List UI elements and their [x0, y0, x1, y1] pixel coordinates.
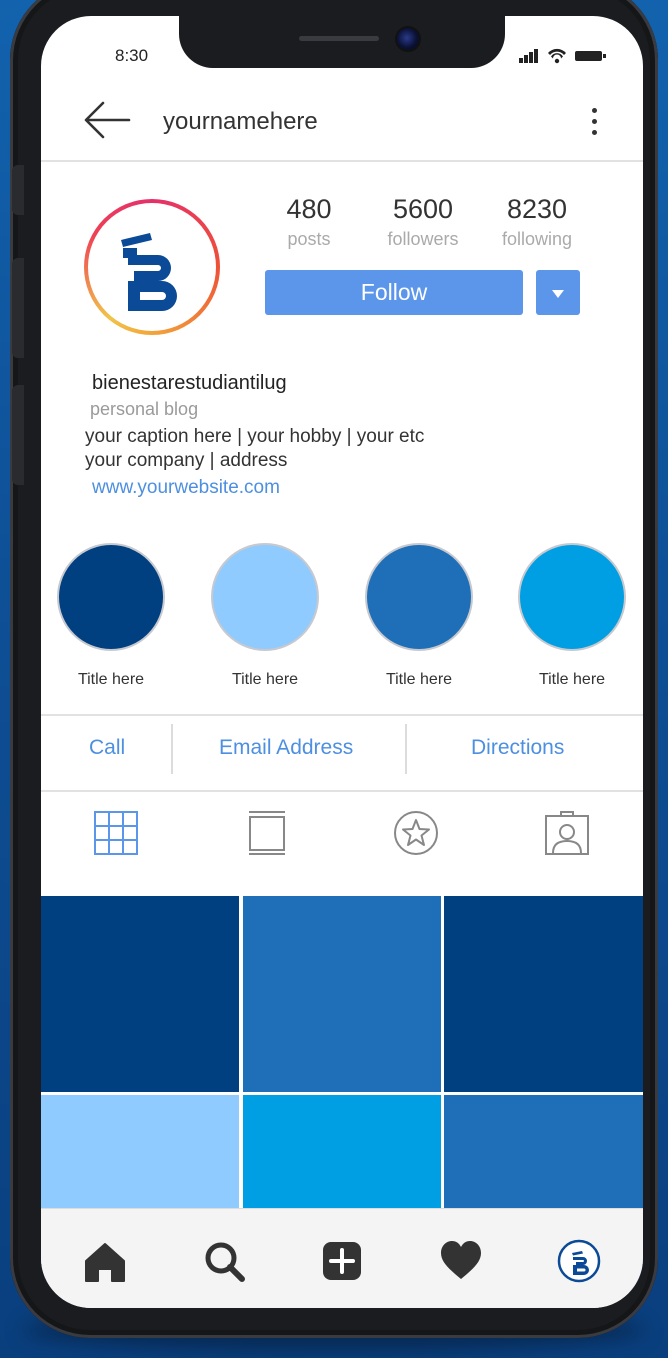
avatar-image: [88, 203, 216, 331]
heart-icon[interactable]: [439, 1239, 483, 1283]
highlight-cover: [59, 545, 163, 649]
posts-stat[interactable]: 480 posts: [254, 194, 364, 250]
back-arrow-icon[interactable]: [83, 100, 133, 140]
highlight-cover: [520, 545, 624, 649]
home-icon[interactable]: [83, 1239, 127, 1283]
header-username: yournamehere: [163, 108, 318, 135]
followers-stat[interactable]: 5600 followers: [368, 194, 478, 250]
status-time: 8:30: [115, 46, 149, 65]
following-stat[interactable]: 8230 following: [482, 194, 592, 250]
highlight-title: Title here: [385, 671, 453, 688]
search-icon[interactable]: [202, 1239, 246, 1283]
post-thumbnail[interactable]: [243, 896, 441, 1092]
speaker-grille: [299, 36, 379, 41]
profile-avatar-icon[interactable]: [557, 1239, 601, 1283]
igtv-icon[interactable]: [244, 810, 290, 856]
story-highlight[interactable]: Title here: [354, 545, 484, 689]
status-icons: [519, 48, 606, 64]
volume-up-button: [12, 258, 24, 358]
tagged-icon[interactable]: [544, 810, 590, 856]
posts-label: posts: [287, 229, 331, 249]
follow-button[interactable]: Follow: [265, 270, 523, 315]
mute-switch: [12, 165, 24, 215]
highlight-cover: [213, 545, 317, 649]
following-count: 8230: [506, 194, 568, 224]
profile-avatar[interactable]: [84, 199, 220, 335]
following-label: following: [501, 229, 573, 249]
story-highlight[interactable]: Title here: [200, 545, 330, 689]
app-screen: 8:30 yournamehere 480 posts 5600 followe…: [41, 16, 643, 1308]
highlight-title: Title here: [231, 671, 299, 688]
battery-icon: [575, 51, 606, 61]
notch: [179, 16, 505, 68]
highlight-cover: [367, 545, 471, 649]
divider: [171, 724, 173, 774]
story-highlight[interactable]: Title here: [46, 545, 176, 689]
wifi-icon: [548, 48, 566, 64]
signal-icon: [519, 49, 538, 63]
volume-down-button: [12, 385, 24, 485]
divider: [405, 724, 407, 774]
suggestions-dropdown-button[interactable]: [536, 270, 580, 315]
profile-header: yournamehere: [41, 78, 643, 162]
website-link[interactable]: www.yourwebsite.com: [92, 477, 280, 499]
story-highlight[interactable]: Title here: [507, 545, 637, 689]
bio-caption: your caption here | your hobby | your et…: [85, 426, 425, 447]
post-thumbnail[interactable]: [444, 896, 643, 1092]
highlight-title: Title here: [77, 671, 145, 688]
followers-count: 5600: [392, 194, 454, 224]
call-button[interactable]: Call: [89, 736, 125, 760]
email-button[interactable]: Email Address: [219, 736, 353, 760]
more-options-icon[interactable]: [589, 108, 599, 138]
contact-buttons-bar: Call Email Address Directions: [41, 714, 643, 792]
posts-count: 480: [286, 194, 332, 224]
star-icon[interactable]: [393, 810, 439, 856]
profile-display-name: bienestarestudiantilug: [92, 372, 287, 394]
add-post-icon[interactable]: [320, 1239, 364, 1283]
followers-label: followers: [387, 229, 459, 249]
front-camera: [397, 28, 419, 50]
grid-icon[interactable]: [93, 810, 139, 856]
brand-logo-icon: [121, 233, 177, 311]
bio-company: your company | address: [85, 450, 288, 471]
directions-button[interactable]: Directions: [471, 736, 564, 760]
highlight-title: Title here: [538, 671, 606, 688]
profile-category: personal blog: [90, 399, 199, 419]
post-thumbnail[interactable]: [41, 896, 239, 1092]
bottom-navigation: [41, 1208, 643, 1308]
